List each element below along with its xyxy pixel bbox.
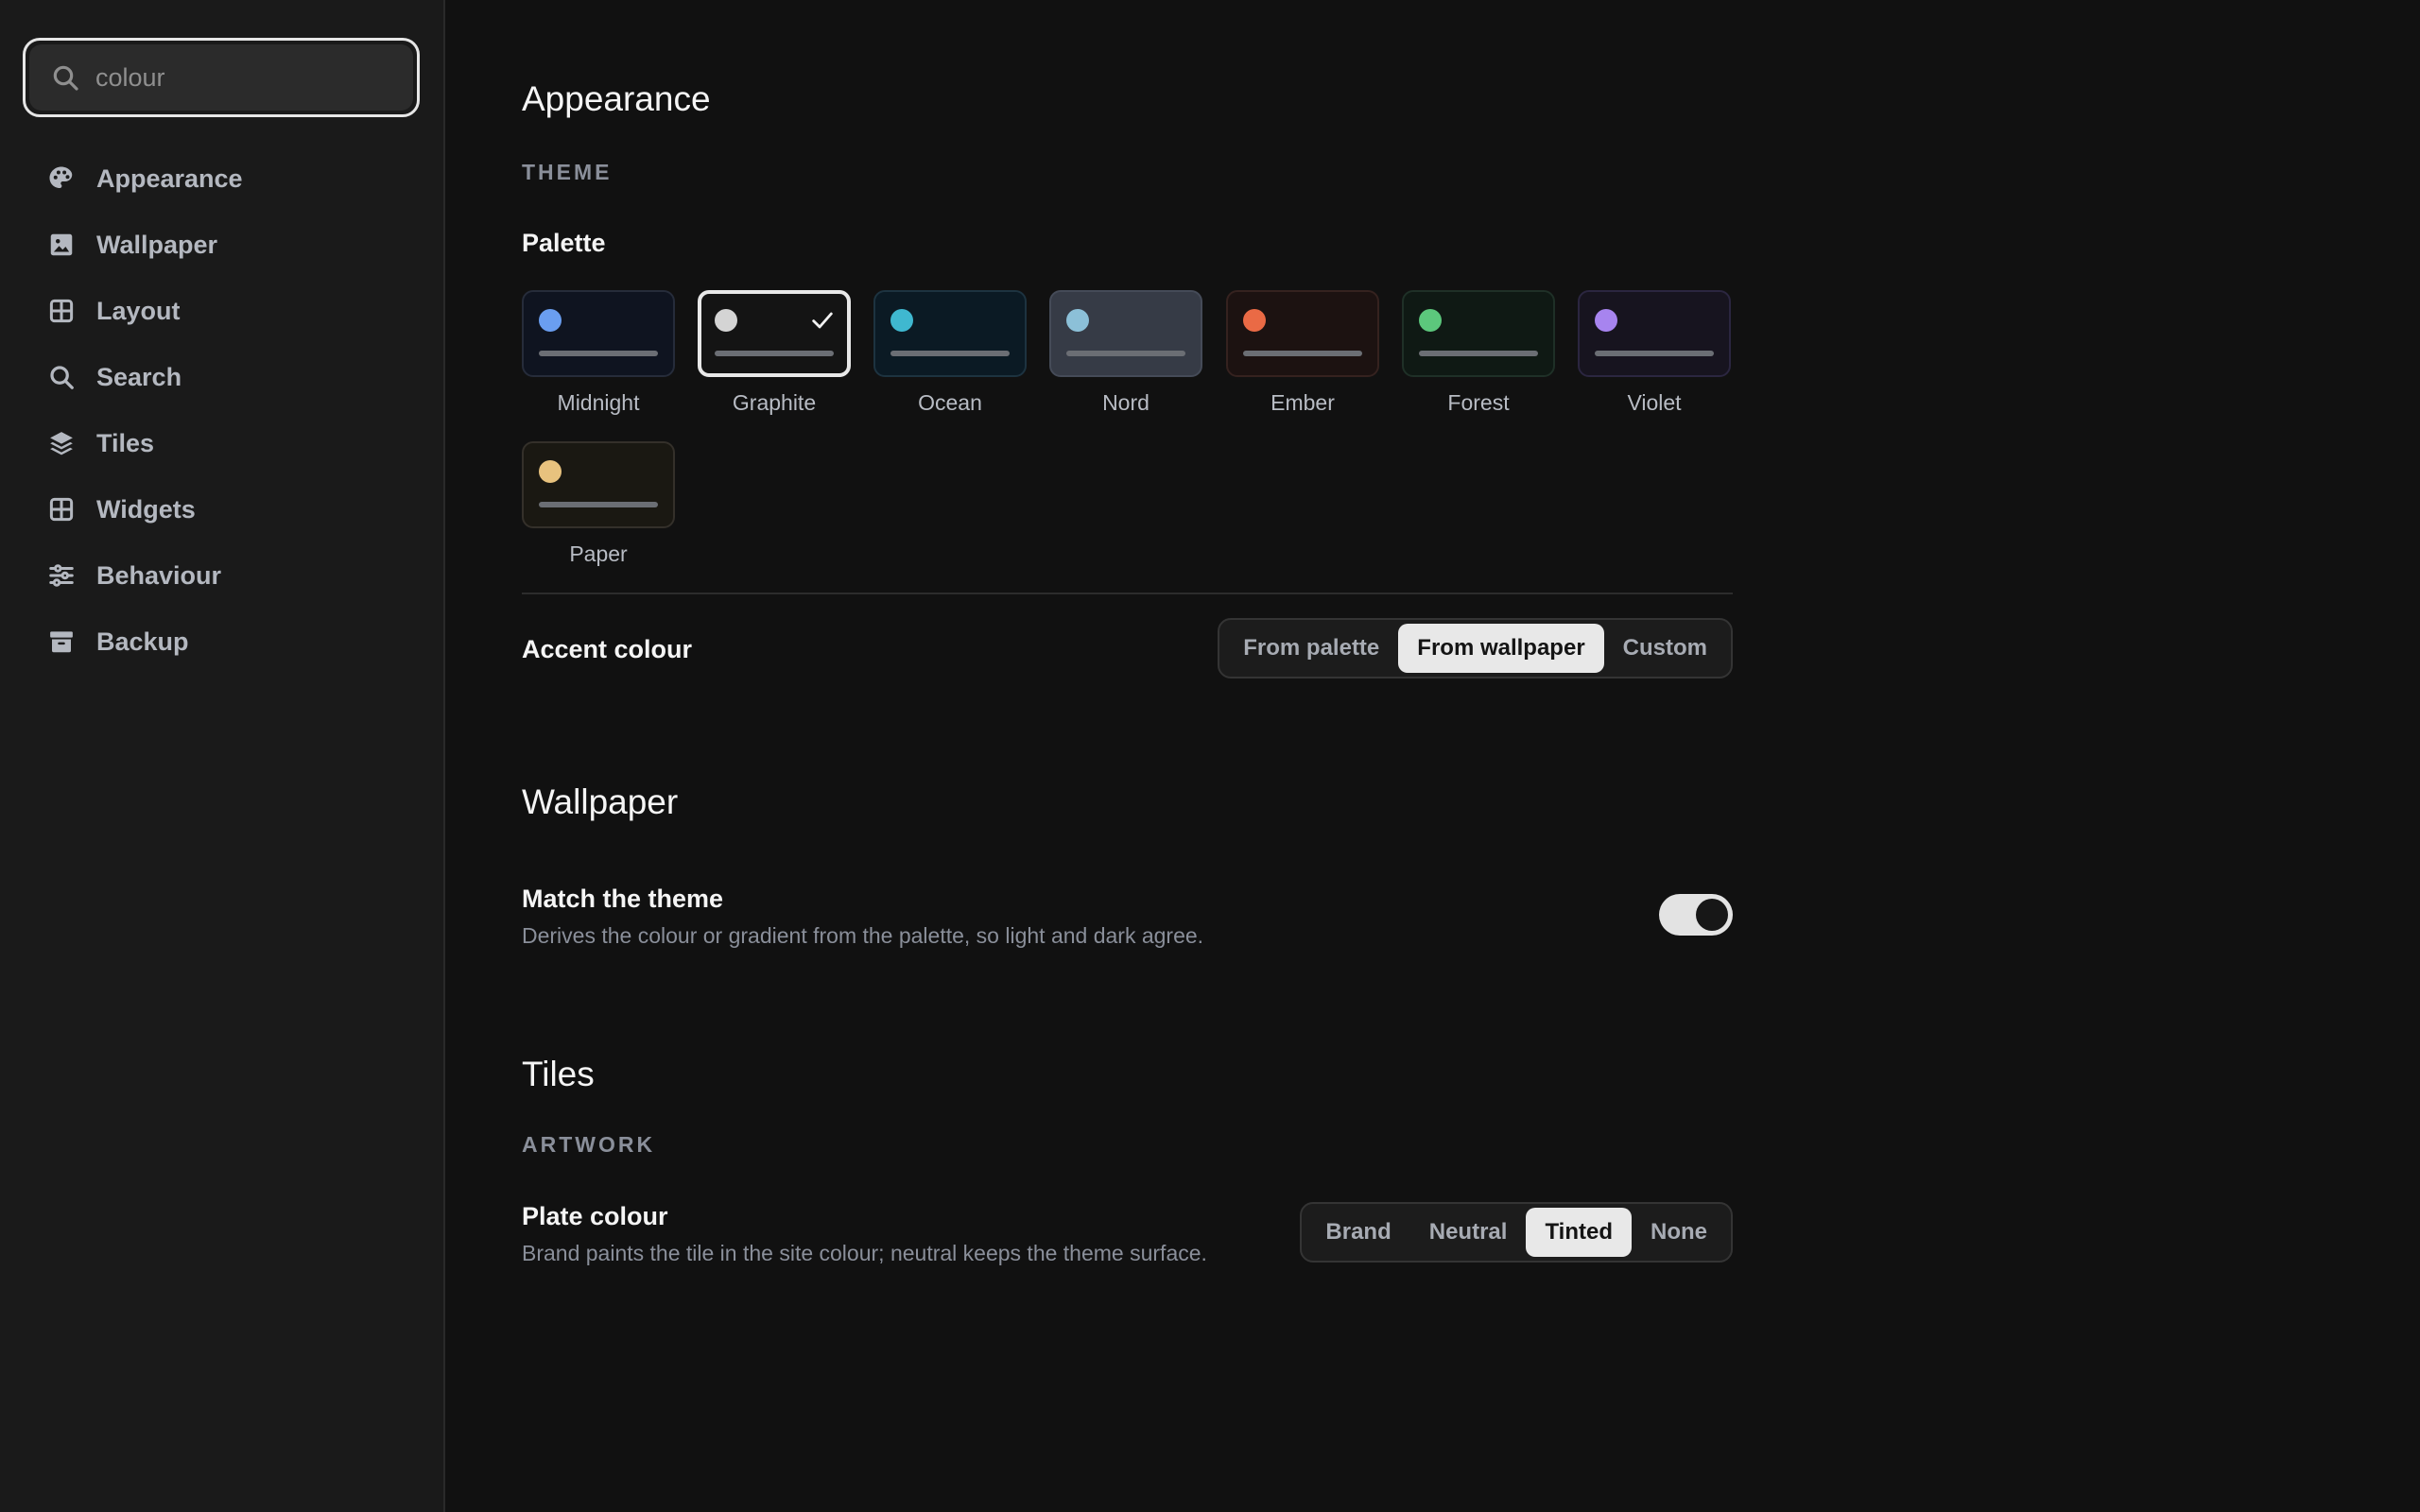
plate-option-none[interactable]: None [1632,1208,1726,1257]
search-field[interactable] [29,44,413,111]
settings-app: Appearance Wallpaper Layout Search Tiles… [0,0,2420,1512]
palette-option-midnight[interactable]: Midnight [522,290,675,416]
palette-name: Nord [1102,390,1150,415]
palette-color-dot [715,309,737,332]
plate-colour-segmented-control: Brand Neutral Tinted None [1300,1202,1733,1263]
palette-name: Midnight [557,390,640,415]
divider [522,593,1733,594]
plate-option-brand[interactable]: Brand [1306,1208,1409,1257]
sidebar-item-label: Search [96,362,182,391]
accent-colour-segmented-control: From palette From wallpaper Custom [1218,618,1733,679]
sidebar-item-backup[interactable]: Backup [47,609,243,675]
match-theme-description: Derives the colour or gradient from the … [522,923,1204,948]
sidebar-item-tiles[interactable]: Tiles [47,410,243,476]
palette-option-violet[interactable]: Violet [1578,290,1731,416]
palette-swatch-selected[interactable] [698,290,851,377]
sidebar-item-wallpaper[interactable]: Wallpaper [47,212,243,278]
palette-preview-bar [1419,351,1538,356]
palette-swatch[interactable] [522,441,675,528]
search-box[interactable] [23,38,420,117]
palette-color-dot [539,460,562,483]
subsection-label-theme: THEME [522,160,613,184]
palette-preview-bar [715,351,834,356]
search-icon [53,65,78,91]
settings-content: Appearance THEME Palette Midnight Graphi… [445,0,2420,1512]
search-icon [50,366,74,389]
sidebar-item-appearance[interactable]: Appearance [47,146,243,212]
palette-color-dot [1419,309,1442,332]
plate-colour-label: Plate colour [522,1202,668,1230]
palette-icon [49,166,73,188]
accent-colour-label: Accent colour [522,635,693,663]
search-input[interactable] [95,62,398,93]
palette-name: Forest [1447,390,1510,415]
palette-name: Paper [569,541,628,566]
palette-color-dot [1595,309,1617,332]
palette-preview-bar [1243,351,1362,356]
palette-swatch[interactable] [1578,290,1731,377]
palette-name: Ember [1270,390,1335,415]
palette-option-ember[interactable]: Ember [1226,290,1379,416]
palette-swatch[interactable] [522,290,675,377]
palette-name: Graphite [732,390,817,415]
sidebar-item-label: Behaviour [96,560,222,590]
plate-option-tinted[interactable]: Tinted [1526,1208,1632,1257]
palette-preview-bar [1595,351,1714,356]
palette-option-graphite[interactable]: Graphite [698,290,851,416]
widgets-icon [49,497,74,522]
section-title-appearance: Appearance [522,79,711,118]
checkmark-icon [812,312,833,329]
palette-option-ocean[interactable]: Ocean [873,290,1027,416]
image-icon [50,233,73,256]
section-title-wallpaper: Wallpaper [522,782,679,821]
accent-option-from-palette[interactable]: From palette [1224,624,1398,673]
sidebar-nav: Appearance Wallpaper Layout Search Tiles… [47,146,243,675]
palette-color-dot [890,309,913,332]
palette-label: Palette [522,229,606,257]
layers-icon [50,432,73,455]
palette-swatch[interactable] [873,290,1027,377]
subsection-label-artwork: ARTWORK [522,1132,656,1157]
sidebar: Appearance Wallpaper Layout Search Tiles… [0,0,445,1512]
palette-option-forest[interactable]: Forest [1402,290,1555,416]
sidebar-item-behaviour[interactable]: Behaviour [47,542,243,609]
sidebar-item-widgets[interactable]: Widgets [47,476,243,542]
sliders-icon [49,564,74,587]
sidebar-item-search[interactable]: Search [47,344,243,410]
palette-color-dot [1066,309,1089,332]
palette-swatch[interactable] [1049,290,1202,377]
sidebar-item-label: Widgets [96,494,196,524]
sidebar-item-label: Appearance [96,163,243,193]
palette-preview-bar [539,502,658,507]
accent-option-from-wallpaper[interactable]: From wallpaper [1398,624,1604,673]
palette-preview-bar [1066,351,1185,356]
palette-preview-bar [539,351,658,356]
palette-swatch[interactable] [1402,290,1555,377]
palette-color-dot [1243,309,1266,332]
sidebar-item-label: Tiles [96,428,155,457]
palette-name: Violet [1627,390,1682,415]
plate-option-neutral[interactable]: Neutral [1410,1208,1527,1257]
palette-color-dot [539,309,562,332]
accent-option-custom[interactable]: Custom [1604,624,1726,673]
section-title-tiles: Tiles [522,1055,595,1093]
palette-preview-bar [890,351,1010,356]
palette-option-nord[interactable]: Nord [1049,290,1202,416]
sidebar-item-label: Layout [96,296,181,325]
palette-option-paper[interactable]: Paper [522,441,675,567]
plate-colour-description: Brand paints the tile in the site colour… [522,1241,1207,1265]
match-theme-toggle[interactable] [1659,894,1733,936]
archive-icon [50,631,73,653]
sidebar-item-label: Backup [96,627,189,656]
match-theme-label: Match the theme [522,885,724,913]
toggle-knob [1696,899,1728,931]
palette-swatch[interactable] [1226,290,1379,377]
grid-icon [49,299,74,323]
sidebar-item-label: Wallpaper [96,230,218,259]
palette-name: Ocean [918,390,982,415]
sidebar-item-layout[interactable]: Layout [47,278,243,344]
